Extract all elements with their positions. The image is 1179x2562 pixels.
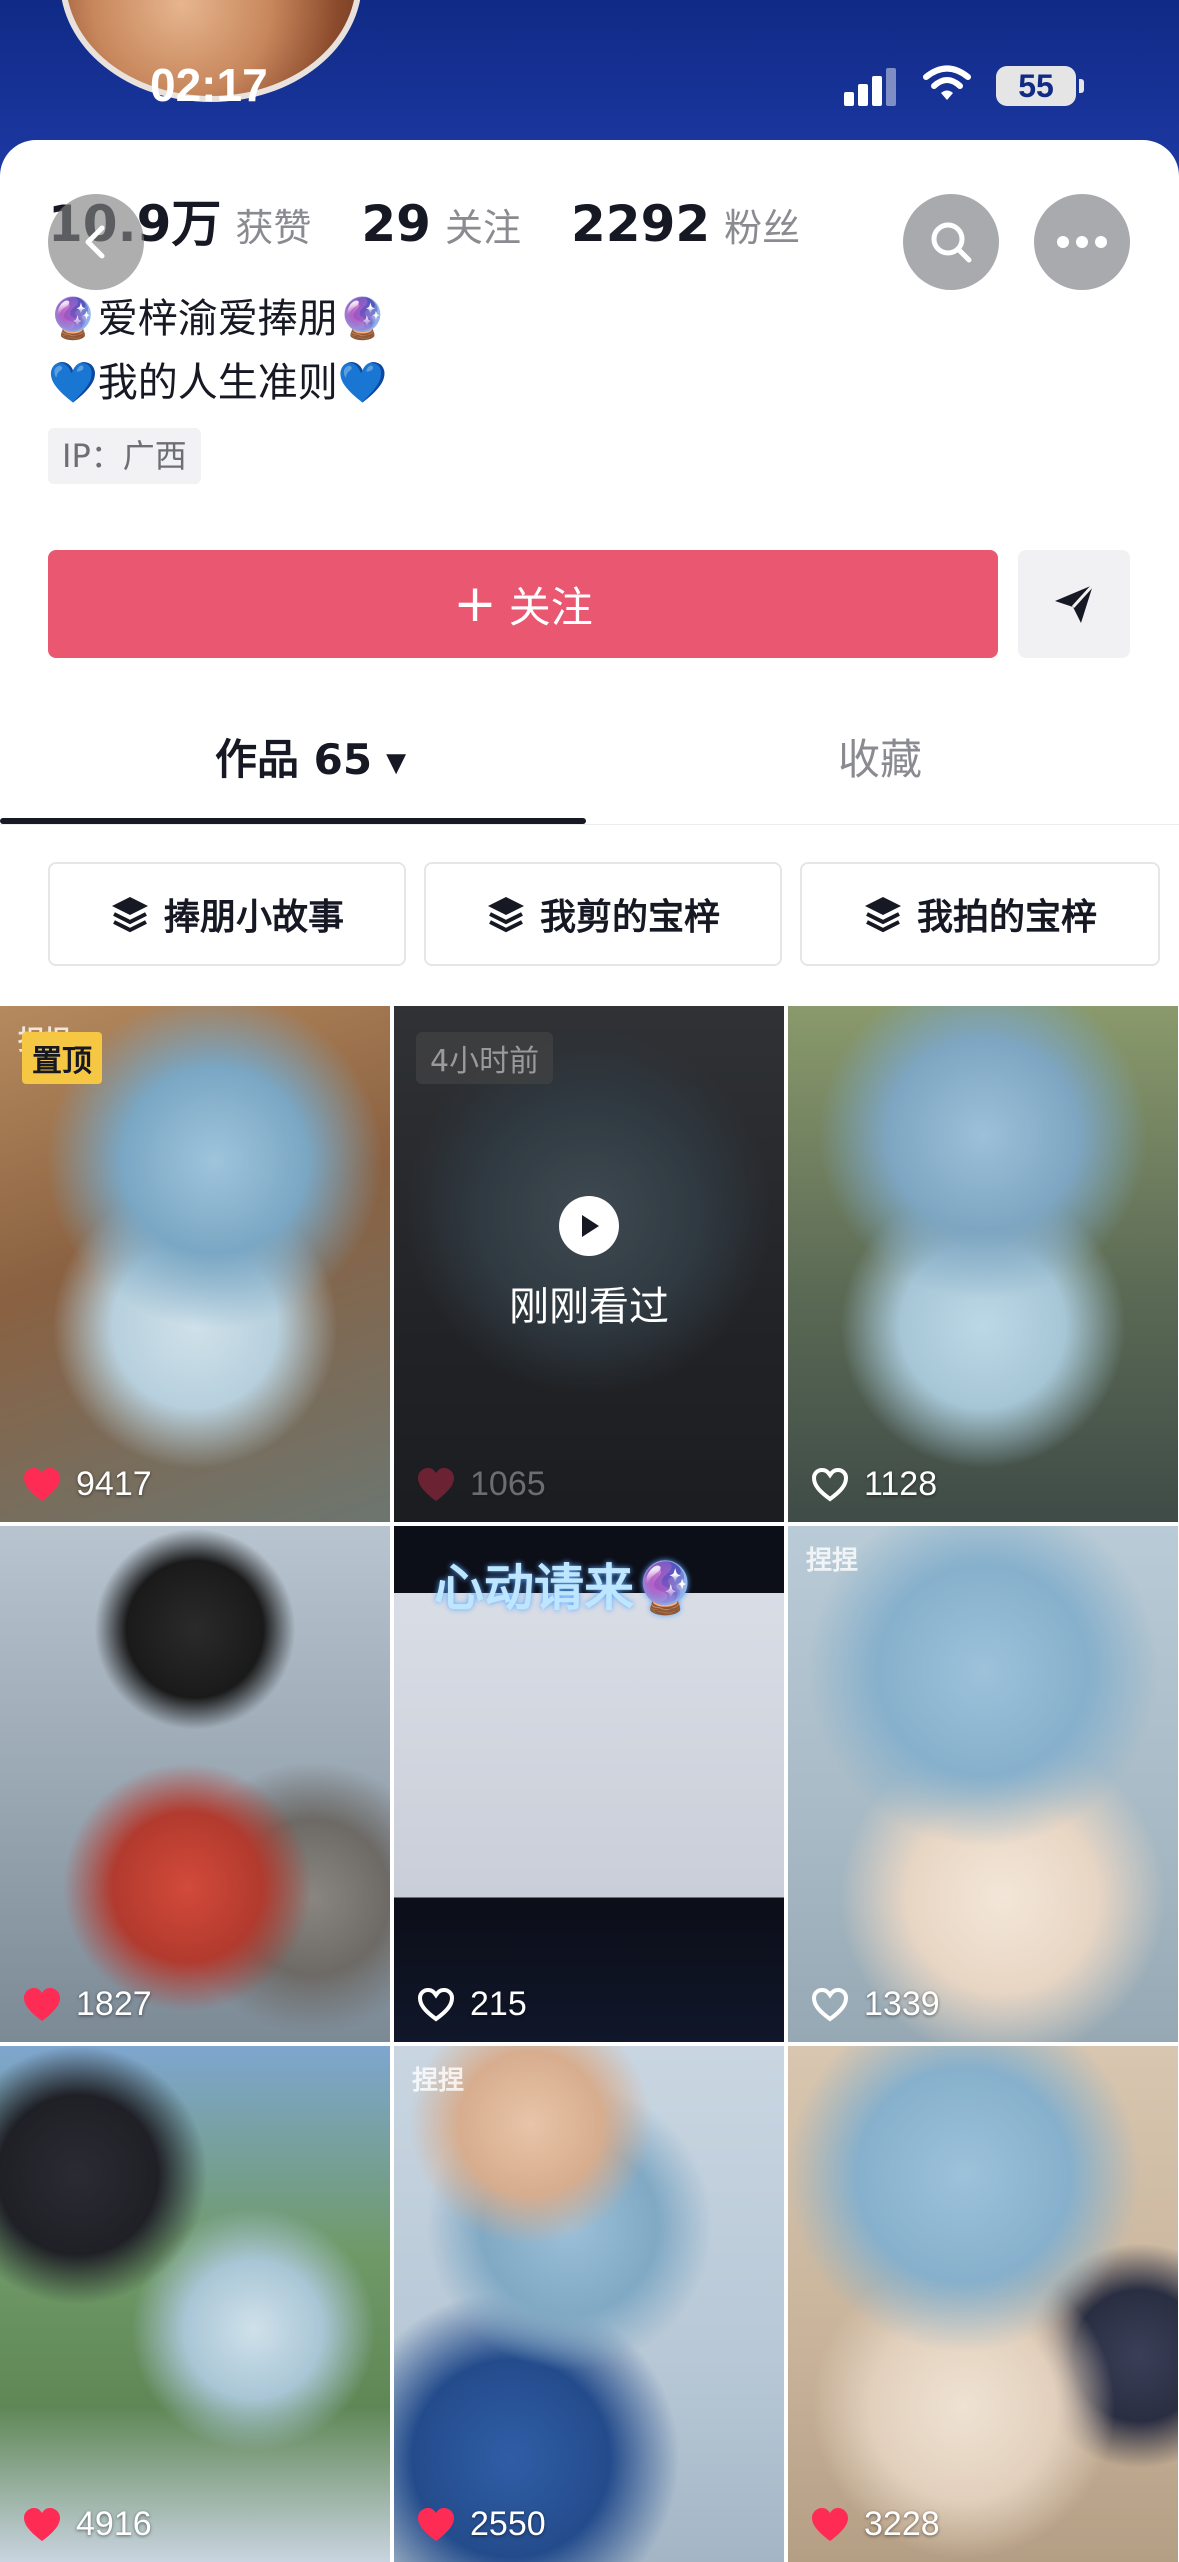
followers-count[interactable]: 2292 xyxy=(571,195,710,253)
thumbnail-image xyxy=(0,2046,390,2562)
like-count: 9417 xyxy=(22,1465,152,1504)
bio-line-2: 💙我的人生准则💙 xyxy=(48,360,388,406)
like-count: 215 xyxy=(416,1985,527,2024)
video-thumbnail[interactable]: 1827 xyxy=(0,1526,390,2042)
wifi-icon xyxy=(923,65,971,100)
collection-label: 捧朋小故事 xyxy=(163,897,344,938)
search-icon xyxy=(931,222,972,263)
thumbnail-image xyxy=(788,1526,1178,2042)
following-label[interactable]: 关注 xyxy=(445,197,521,252)
video-thumbnail[interactable]: 4小时前 刚刚看过 1065 xyxy=(394,1006,784,1522)
collection-chip[interactable]: 捧朋小故事 xyxy=(48,862,406,966)
like-count-value: 4916 xyxy=(76,2505,152,2543)
like-count-value: 2550 xyxy=(470,2505,546,2543)
tab-works-label: 作品 65 xyxy=(215,735,373,784)
like-count-value: 1827 xyxy=(76,1985,152,2023)
heart-filled-icon xyxy=(418,1467,454,1501)
watermark: 捏捏 xyxy=(412,2066,465,2096)
collection-list: 捧朋小故事 我剪的宝梓 我拍的宝梓 xyxy=(48,862,1160,966)
profile-stats: 10.9万 获赞 29 关注 2292 粉丝 xyxy=(48,184,850,256)
layers-icon xyxy=(487,897,524,933)
video-thumbnail[interactable]: 捏捏 1339 xyxy=(788,1526,1178,2042)
tab-works[interactable]: 作品 65 ▼ xyxy=(215,700,406,820)
followers-label[interactable]: 粉丝 xyxy=(724,197,800,252)
just-watched-label: 刚刚看过 xyxy=(509,1284,669,1330)
like-count: 1827 xyxy=(22,1985,152,2024)
following-count[interactable]: 29 xyxy=(361,195,431,253)
video-thumbnail[interactable]: 捏捏 2550 xyxy=(394,2046,784,2562)
layers-icon xyxy=(111,897,148,933)
pinned-badge: 置顶 xyxy=(22,1032,102,1084)
collection-chip[interactable]: 我拍的宝梓 xyxy=(800,862,1160,966)
video-thumbnail[interactable]: 4916 xyxy=(0,2046,390,2562)
like-count-value: 215 xyxy=(470,1985,527,2023)
bio-line-1: 🔮爱梓渝爱捧朋🔮 xyxy=(48,296,388,342)
video-thumbnail[interactable]: 心动请来🔮 215 xyxy=(394,1526,784,2042)
plus-icon: + xyxy=(453,574,497,634)
like-count: 3228 xyxy=(810,2505,940,2544)
promo-title: 心动请来🔮 xyxy=(434,1559,697,1617)
video-thumbnail[interactable]: 1128 xyxy=(788,1006,1178,1522)
chevron-left-icon xyxy=(85,225,105,259)
collection-label: 我剪的宝梓 xyxy=(539,897,720,938)
back-button[interactable] xyxy=(48,194,144,290)
thumbnail-image xyxy=(788,2046,1178,2562)
like-count: 4916 xyxy=(22,2505,152,2544)
cellular-signal-icon xyxy=(844,68,896,106)
posted-time-badge: 4小时前 xyxy=(416,1032,554,1084)
like-count: 1128 xyxy=(810,1465,937,1504)
like-count-value: 1065 xyxy=(470,1465,546,1503)
watermark: 捏捏 xyxy=(806,1546,859,1576)
heart-outline-icon xyxy=(811,1987,849,2021)
like-count-value: 1128 xyxy=(864,1465,938,1503)
tab-favorites[interactable]: 收藏 xyxy=(838,700,922,820)
like-count-value: 9417 xyxy=(76,1465,152,1503)
heart-filled-icon xyxy=(418,2507,454,2541)
heart-filled-icon xyxy=(24,1987,60,2021)
heart-filled-icon xyxy=(24,1467,60,1501)
heart-outline-icon xyxy=(811,1467,849,1501)
heart-filled-icon xyxy=(812,2507,848,2541)
paper-plane-icon xyxy=(1055,583,1095,623)
ip-location-tag: IP：广西 xyxy=(48,428,201,484)
like-count-value: 1339 xyxy=(864,1985,940,2023)
content-tabs: 作品 65 ▼ 收藏 xyxy=(0,700,1179,825)
like-count-value: 3228 xyxy=(864,2505,940,2543)
collection-label: 我拍的宝梓 xyxy=(916,897,1097,938)
more-options-button[interactable] xyxy=(1034,194,1130,290)
send-message-button[interactable] xyxy=(1018,550,1130,658)
heart-outline-icon xyxy=(417,1987,455,2021)
layers-icon xyxy=(864,897,901,933)
video-thumbnail[interactable]: 3228 xyxy=(788,2046,1178,2562)
heart-filled-icon xyxy=(24,2507,60,2541)
thumbnail-image xyxy=(788,1006,1178,1522)
like-count: 1339 xyxy=(810,1985,940,2024)
follow-button[interactable]: + 关注 xyxy=(48,550,998,658)
thumbnail-image xyxy=(0,1526,390,2042)
like-count: 2550 xyxy=(416,2505,546,2544)
thumbnail-image xyxy=(394,2046,784,2562)
video-thumbnail[interactable]: 捏捏 置顶 9417 xyxy=(0,1006,390,1522)
follow-label: 关注 xyxy=(508,582,593,632)
search-button[interactable] xyxy=(903,194,999,290)
likes-label: 获赞 xyxy=(235,206,312,250)
active-tab-indicator xyxy=(0,818,586,824)
battery-icon: 55 xyxy=(996,66,1084,106)
collection-chip[interactable]: 我剪的宝梓 xyxy=(424,862,782,966)
like-count: 1065 xyxy=(416,1465,546,1504)
play-icon xyxy=(559,1196,619,1256)
caret-down-icon: ▼ xyxy=(386,747,407,778)
status-time: 02:17 xyxy=(150,59,268,111)
more-dots-icon xyxy=(1057,236,1107,248)
